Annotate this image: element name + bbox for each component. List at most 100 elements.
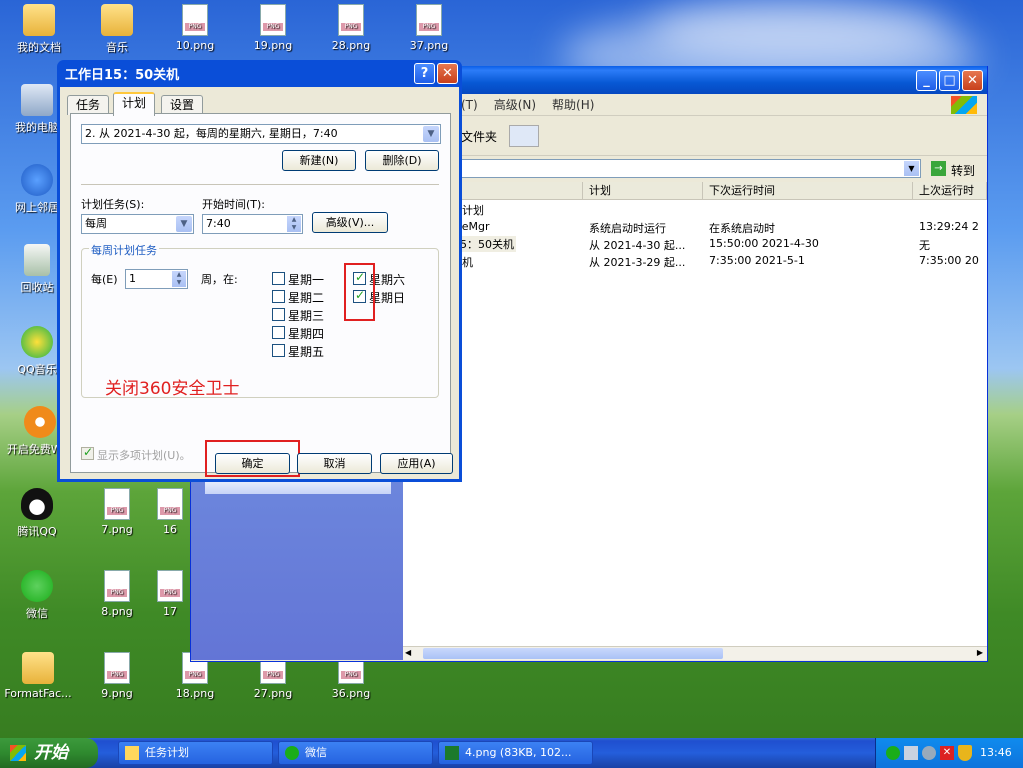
delete-button[interactable]: 删除(D) (365, 150, 439, 171)
desktop-icon-my-documents[interactable]: 我的文档 (2, 4, 76, 55)
go-arrow-icon[interactable]: → (931, 161, 946, 176)
wechat-icon (21, 570, 53, 602)
tuesday-checkbox[interactable] (272, 290, 285, 303)
folder-icon (101, 4, 133, 36)
desktop-icon-png[interactable]: 16 (150, 488, 190, 536)
column-last-run[interactable]: 上次运行时 (913, 182, 987, 200)
highlight-box-weekend (344, 263, 375, 321)
wifi-icon (24, 406, 56, 438)
png-file-icon (338, 4, 364, 36)
monday-label: 星期一 (288, 273, 325, 287)
minimize-button[interactable]: _ (916, 69, 937, 91)
tab-task[interactable]: 任务 (67, 95, 110, 115)
desktop-icon-wechat[interactable]: 微信 (0, 570, 74, 621)
wechat-tray-icon[interactable] (886, 746, 900, 760)
tab-settings[interactable]: 设置 (161, 95, 204, 115)
start-button[interactable]: 开始 (0, 738, 98, 768)
table-row[interactable]: meMgr 系统启动时运行 在系统启动时 13:29:24 2 (403, 218, 987, 235)
schedule-panel: 2. 从 2021-4-30 起，每周的星期六, 星期日，7:40 ▼ 新建(N… (70, 113, 451, 473)
menu-help[interactable]: 帮助(H) (552, 96, 594, 113)
qqmusic-icon (21, 326, 53, 358)
recycle-bin-icon (24, 244, 50, 276)
security-alert-icon[interactable]: ✕ (940, 746, 954, 760)
desktop-icon-png[interactable]: 9.png (80, 652, 154, 700)
every-label: 每(E) (91, 273, 118, 286)
table-row[interactable]: 15：50关机 从 2021-4-30 起... 15:50:00 2021-4… (403, 235, 987, 252)
spinner-up-down-icon[interactable]: ▲ ▼ (172, 271, 186, 287)
schedule-list-combo[interactable]: 2. 从 2021-4-30 起，每周的星期六, 星期日，7:40 ▼ (81, 124, 441, 144)
png-file-icon (157, 488, 183, 520)
desktop-icon-png[interactable]: 37.png (392, 4, 466, 52)
desktop-icon-png[interactable]: 17 (150, 570, 190, 618)
network-globe-icon (21, 164, 53, 196)
tuesday-label: 星期二 (288, 291, 325, 305)
scheduled-tasks-icon (125, 746, 139, 760)
desktop-icon-qq[interactable]: 腾讯QQ (0, 488, 74, 539)
network-tray-icon[interactable] (904, 746, 918, 760)
chevron-down-icon[interactable]: ▼ (176, 216, 192, 232)
png-file-icon (416, 4, 442, 36)
thursday-checkbox[interactable] (272, 326, 285, 339)
spinner-up-down-icon[interactable]: ▲ ▼ (287, 216, 301, 232)
folders-button[interactable]: 文件夹 (461, 128, 497, 145)
new-button[interactable]: 新建(N) (282, 150, 356, 171)
wednesday-checkbox[interactable] (272, 308, 285, 321)
clock[interactable]: 13:46 (980, 746, 1012, 759)
schedule-type-select[interactable]: 每周 ▼ (81, 214, 194, 234)
png-file-icon (157, 570, 183, 602)
every-weeks-input[interactable]: 1 ▲ ▼ (125, 269, 188, 289)
wechat-icon (285, 746, 299, 760)
desktop-icon-png[interactable]: 7.png (80, 488, 154, 536)
close-button[interactable]: ✕ (962, 69, 983, 91)
dialog-close-button[interactable]: ✕ (437, 63, 458, 84)
weekly-group-title: 每周计划任务 (89, 242, 159, 258)
scroll-left-icon[interactable]: ◀ (405, 648, 411, 657)
volume-tray-icon[interactable] (922, 746, 936, 760)
table-row[interactable]: 关机 从 2021-3-29 起... 7:35:00 2021-5-1 7:3… (403, 252, 987, 269)
system-tray: ✕ 13:46 (875, 738, 1023, 768)
desktop-icon-png[interactable]: 19.png (236, 4, 310, 52)
desktop-icon-formatfactory[interactable]: FormatFac... (0, 652, 76, 700)
advanced-button[interactable]: 高级(V)... (312, 212, 388, 233)
apply-button[interactable]: 应用(A) (380, 453, 453, 474)
show-multiple-checkbox[interactable] (81, 445, 94, 460)
maximize-button[interactable]: □ (939, 69, 960, 91)
column-next-run[interactable]: 下次运行时间 (703, 182, 913, 200)
friday-label: 星期五 (288, 345, 325, 359)
menu-advanced[interactable]: 高级(N) (494, 96, 536, 113)
desktop-icon-png[interactable]: 10.png (158, 4, 232, 52)
task-list: 计划 下次运行时间 上次运行时 务计划 meMgr 系统启动时运行 在系统启动时… (403, 182, 987, 646)
list-header: 计划 下次运行时间 上次运行时 (403, 182, 987, 200)
column-schedule[interactable]: 计划 (583, 182, 703, 200)
horizontal-scrollbar[interactable]: ◀ ▶ (403, 646, 987, 660)
help-button[interactable]: ? (414, 63, 435, 84)
menu-tools[interactable]: (T) (461, 98, 478, 112)
tab-schedule[interactable]: 计划 (113, 92, 156, 116)
desktop-icon-png[interactable]: 8.png (80, 570, 154, 618)
image-viewer-icon (445, 746, 459, 760)
divider (81, 184, 439, 185)
views-icon[interactable] (509, 125, 539, 147)
taskbar: 开始 任务计划 微信 4.png (83KB, 102... ✕ 13:46 (0, 738, 1023, 768)
address-input[interactable]: ▼ (401, 159, 921, 178)
png-file-icon (182, 4, 208, 36)
desktop-icon-png[interactable]: 28.png (314, 4, 388, 52)
go-label[interactable]: 转到 (951, 162, 975, 179)
chevron-down-icon[interactable]: ▼ (904, 161, 919, 176)
png-file-icon (104, 652, 130, 684)
shield-icon[interactable] (958, 745, 972, 761)
taskbar-item-image-viewer[interactable]: 4.png (83KB, 102... (438, 741, 593, 765)
monday-checkbox[interactable] (272, 272, 285, 285)
start-time-input[interactable]: 7:40 ▲ ▼ (202, 214, 303, 234)
folder-icon (22, 652, 54, 684)
desktop-icon-music[interactable]: 音乐 (80, 4, 154, 55)
windows-flag-icon (951, 95, 977, 114)
weeks-on-label: 周，在: (201, 273, 238, 286)
scroll-right-icon[interactable]: ▶ (977, 648, 983, 657)
taskbar-item-wechat[interactable]: 微信 (278, 741, 433, 765)
cancel-button[interactable]: 取消 (297, 453, 372, 474)
friday-checkbox[interactable] (272, 344, 285, 357)
taskbar-item-scheduled-tasks[interactable]: 任务计划 (118, 741, 273, 765)
scrollbar-thumb[interactable] (423, 648, 723, 659)
chevron-down-icon[interactable]: ▼ (423, 126, 439, 142)
